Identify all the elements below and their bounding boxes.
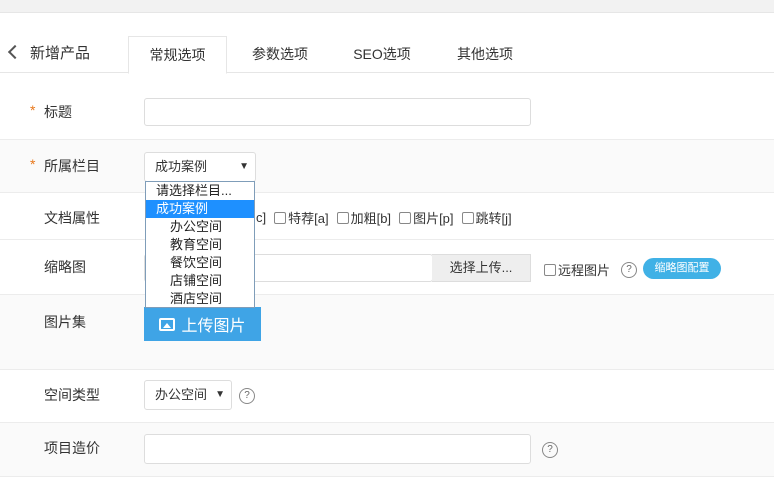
chevron-down-icon: ▼ xyxy=(215,389,225,400)
dropdown-option[interactable]: 请选择栏目... xyxy=(146,182,254,200)
page-header: 新增产品 常规选项 参数选项 SEO选项 其他选项 xyxy=(0,36,774,74)
attributes-row: 文档属性 c] 特荐[a] 加粗[b] 图片[p] 跳转[j] xyxy=(0,193,774,240)
dropdown-option[interactable]: 店铺空间 xyxy=(146,272,254,290)
help-icon[interactable]: ? xyxy=(542,442,558,458)
attr-text: 图片[p] xyxy=(413,211,454,226)
checkbox-icon xyxy=(399,211,412,224)
attr-checkbox-j[interactable]: 跳转[j] xyxy=(461,208,512,227)
title-input[interactable] xyxy=(144,98,531,126)
tab-label: 常规选项 xyxy=(149,47,206,63)
tab-other[interactable]: 其他选项 xyxy=(437,36,533,72)
attr-checkbox-a[interactable]: 特荐[a] xyxy=(274,208,329,227)
cost-label: 项目造价 xyxy=(44,440,100,456)
dropdown-option[interactable]: 酒店空间 xyxy=(146,290,254,308)
attr-text: c] xyxy=(256,210,267,225)
required-mark: * xyxy=(30,156,36,172)
category-label: 所属栏目 xyxy=(44,158,100,174)
thumb-config-button[interactable]: 缩略图配置 xyxy=(643,258,721,279)
attr-text: 特荐[a] xyxy=(288,211,329,226)
page-title: 新增产品 xyxy=(30,45,91,62)
attr-text: 加粗[b] xyxy=(350,211,392,226)
help-icon[interactable]: ? xyxy=(239,388,255,404)
checkbox-icon xyxy=(336,211,349,224)
space-type-value: 办公空间 xyxy=(155,387,208,402)
attr-partial-label: c] xyxy=(256,210,266,225)
choose-upload-button[interactable]: 选择上传... xyxy=(432,254,531,282)
chevron-left-icon xyxy=(7,44,23,59)
dropdown-option[interactable]: 餐饮空间 xyxy=(146,254,254,272)
thumb-label: 缩略图 xyxy=(44,259,86,275)
tab-label: SEO选项 xyxy=(353,46,411,62)
upload-image-button[interactable]: 上传图片 xyxy=(144,307,261,341)
attr-checkbox-b[interactable]: 加粗[b] xyxy=(336,208,392,227)
attr-checkbox-group: c] 特荐[a] 加粗[b] 图片[p] 跳转[j] xyxy=(256,208,520,227)
tab-label: 参数选项 xyxy=(252,46,308,62)
category-dropdown-list: 请选择栏目... 成功案例 办公空间 教育空间 餐饮空间 店铺空间 酒店空间 xyxy=(145,181,255,308)
category-row: * 所属栏目 成功案例 ▼ xyxy=(0,140,774,193)
space-type-select[interactable]: 办公空间 ▼ xyxy=(144,380,232,410)
category-select[interactable]: 成功案例 ▼ xyxy=(144,152,256,182)
dropdown-option[interactable]: 办公空间 xyxy=(146,218,254,236)
attr-text: 跳转[j] xyxy=(475,211,512,226)
required-mark: * xyxy=(30,102,36,118)
attr-label: 文档属性 xyxy=(44,210,100,226)
remote-image-checkbox[interactable]: 远程图片 xyxy=(544,260,618,279)
checkbox-icon xyxy=(544,263,556,276)
tab-label: 其他选项 xyxy=(457,46,513,62)
gallery-label: 图片集 xyxy=(44,314,86,330)
gallery-row: 图片集 xyxy=(0,295,774,370)
attr-checkbox-p[interactable]: 图片[p] xyxy=(399,208,454,227)
space-type-row: 空间类型 办公空间 ▼ ? xyxy=(0,370,774,423)
title-row: * 标题 xyxy=(0,86,774,140)
help-icon[interactable]: ? xyxy=(621,262,637,278)
chevron-down-icon: ▼ xyxy=(239,161,249,172)
dropdown-option[interactable]: 教育空间 xyxy=(146,236,254,254)
cost-row: 项目造价 ? xyxy=(0,423,774,477)
checkbox-icon xyxy=(274,211,287,224)
title-label: 标题 xyxy=(44,104,72,120)
tab-seo[interactable]: SEO选项 xyxy=(334,36,430,72)
dropdown-option-selected[interactable]: 成功案例 xyxy=(146,200,254,218)
upload-label: 上传图片 xyxy=(181,318,246,335)
back-link[interactable]: 新增产品 xyxy=(7,42,91,63)
remote-image-label: 远程图片 xyxy=(558,263,611,278)
tab-general[interactable]: 常规选项 xyxy=(128,36,227,74)
category-selected-value: 成功案例 xyxy=(155,159,208,174)
cost-input[interactable] xyxy=(144,434,531,464)
image-icon xyxy=(159,317,176,331)
tab-params[interactable]: 参数选项 xyxy=(232,36,328,72)
checkbox-icon xyxy=(461,211,474,224)
space-type-label: 空间类型 xyxy=(44,387,100,403)
top-strip xyxy=(0,0,774,13)
